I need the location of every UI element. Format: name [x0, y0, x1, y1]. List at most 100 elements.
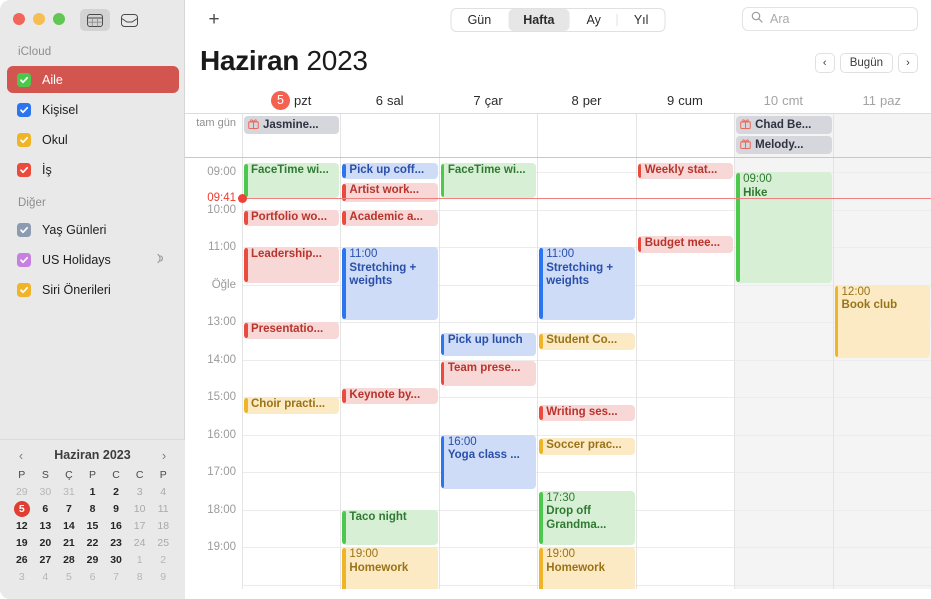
mini-calendar-day[interactable]: 19: [10, 535, 34, 551]
mini-calendar-day[interactable]: 14: [57, 518, 81, 534]
all-day-column[interactable]: Jasmine...: [242, 114, 340, 157]
mini-next-month-button[interactable]: ›: [157, 449, 171, 462]
calendar-event[interactable]: 09:00 Hike: [736, 172, 832, 283]
tab-week[interactable]: Hafta: [508, 9, 570, 31]
mini-calendar-day[interactable]: 13: [34, 518, 58, 534]
calendar-event[interactable]: 16:00 Yoga class ...: [440, 434, 537, 489]
mini-calendar-day[interactable]: 1: [81, 484, 105, 500]
mini-calendar-day[interactable]: 30: [34, 484, 58, 500]
all-day-event[interactable]: Jasmine...: [244, 116, 340, 134]
mini-calendar-day[interactable]: 11: [151, 501, 175, 517]
day-column[interactable]: FaceTime wi... Portfolio wo... Leadership.…: [242, 158, 341, 589]
calendar-event[interactable]: 11:00 Stretching + weights: [342, 247, 438, 320]
calendar-event[interactable]: Team prese...: [440, 361, 537, 386]
calendar-event[interactable]: 19:00 Homework: [539, 547, 635, 589]
mini-calendar-day[interactable]: 7: [57, 501, 81, 517]
checkbox-icon[interactable]: [17, 252, 31, 267]
mini-calendar-day[interactable]: 29: [10, 484, 34, 500]
checkbox-icon[interactable]: [17, 102, 31, 117]
day-header-cmt[interactable]: 10 cmt: [734, 87, 832, 113]
checkbox-icon[interactable]: [17, 222, 31, 237]
mini-calendar-day[interactable]: 20: [34, 535, 58, 551]
mini-calendar-day[interactable]: 6: [34, 501, 58, 517]
calendar-event[interactable]: Budget mee...: [637, 235, 734, 253]
mini-calendar-day[interactable]: 25: [151, 535, 175, 551]
day-header-paz[interactable]: 11 paz: [833, 87, 931, 113]
calendar-event[interactable]: Choir practi...: [244, 397, 340, 414]
mini-calendar-day[interactable]: 5: [10, 501, 34, 517]
day-column[interactable]: Pick up coff... Artist work... Academic a.…: [340, 158, 439, 589]
calendar-view-icon[interactable]: [80, 9, 110, 31]
mini-calendar-day[interactable]: 8: [81, 501, 105, 517]
calendar-event[interactable]: 17:30 Drop off Grandma...: [539, 490, 635, 545]
mini-calendar-day[interactable]: 12: [10, 518, 34, 534]
mini-calendar-day[interactable]: 9: [104, 501, 128, 517]
calendar-event[interactable]: 12:00 Book club: [834, 284, 930, 358]
tab-year[interactable]: Yıl: [619, 9, 664, 31]
inbox-icon[interactable]: [114, 9, 144, 31]
mini-calendar-day[interactable]: 10: [128, 501, 152, 517]
sidebar-item-yas-gunleri[interactable]: Yaş Günleri: [7, 216, 179, 243]
today-button[interactable]: Bugün: [839, 53, 893, 73]
all-day-event[interactable]: Chad Be...: [736, 116, 832, 134]
calendar-event[interactable]: Artist work...: [342, 183, 438, 202]
calendar-event[interactable]: Leadership...: [244, 247, 340, 283]
mini-calendar-day[interactable]: 26: [10, 552, 34, 568]
checkbox-icon[interactable]: [17, 162, 31, 177]
all-day-column[interactable]: [537, 114, 635, 157]
checkbox-icon[interactable]: [17, 282, 31, 297]
mini-calendar-day[interactable]: 21: [57, 535, 81, 551]
mini-calendar-day[interactable]: 16: [104, 518, 128, 534]
close-button[interactable]: [13, 13, 25, 25]
day-column[interactable]: 09:00 Hike: [734, 158, 833, 589]
mini-calendar-day[interactable]: 9: [151, 569, 175, 585]
sidebar-item-us-holidays[interactable]: US Holidays: [7, 246, 179, 273]
minimize-button[interactable]: [33, 13, 45, 25]
mini-calendar-day[interactable]: 4: [34, 569, 58, 585]
calendar-event[interactable]: Presentatio...: [244, 322, 340, 339]
mini-calendar-day[interactable]: 18: [151, 518, 175, 534]
sidebar-item-okul[interactable]: Okul: [7, 126, 179, 153]
calendar-event[interactable]: 11:00 Stretching + weights: [539, 247, 635, 320]
all-day-event[interactable]: Melody...: [736, 136, 832, 154]
day-header-pzt[interactable]: 5 pzt: [242, 87, 340, 113]
all-day-column[interactable]: Chad Be... Melody...: [734, 114, 833, 157]
checkbox-icon[interactable]: [17, 72, 31, 87]
mini-prev-month-button[interactable]: ‹: [14, 449, 28, 462]
mini-calendar-day[interactable]: 2: [151, 552, 175, 568]
day-header-çar[interactable]: 7 çar: [439, 87, 537, 113]
day-header-sal[interactable]: 6 sal: [340, 87, 438, 113]
tab-day[interactable]: Gün: [453, 9, 507, 31]
mini-calendar-day[interactable]: 17: [128, 518, 152, 534]
mini-calendar-day[interactable]: 23: [104, 535, 128, 551]
day-column[interactable]: FaceTime wi... Pick up lunch Team prese...…: [438, 158, 538, 589]
mini-calendar-day[interactable]: 7: [104, 569, 128, 585]
day-column[interactable]: 11:00 Stretching + weights Student Co... Wr…: [537, 158, 636, 589]
calendar-event[interactable]: FaceTime wi...: [440, 162, 537, 199]
all-day-column[interactable]: [340, 114, 438, 157]
calendar-event[interactable]: Taco night: [342, 509, 438, 545]
calendar-event[interactable]: Portfolio wo...: [244, 209, 340, 227]
mini-calendar-day[interactable]: 30: [104, 552, 128, 568]
day-header-cum[interactable]: 9 cum: [636, 87, 734, 113]
mini-calendar-day[interactable]: 24: [128, 535, 152, 551]
calendar-event[interactable]: Academic a...: [342, 209, 438, 227]
mini-calendar-day[interactable]: 6: [81, 569, 105, 585]
sidebar-item-aile[interactable]: Aile: [7, 66, 179, 93]
mini-calendar-day[interactable]: 3: [10, 569, 34, 585]
sidebar-item-kisisel[interactable]: Kişisel: [7, 96, 179, 123]
all-day-column[interactable]: [438, 114, 537, 157]
calendar-event[interactable]: FaceTime wi...: [244, 162, 340, 199]
mini-calendar-day[interactable]: 1: [128, 552, 152, 568]
mini-calendar-day[interactable]: 29: [81, 552, 105, 568]
mini-calendar-day[interactable]: 3: [128, 484, 152, 500]
mini-calendar-day[interactable]: 31: [57, 484, 81, 500]
checkbox-icon[interactable]: [17, 132, 31, 147]
day-column[interactable]: Weekly stat... Budget mee...: [635, 158, 735, 589]
calendar-event[interactable]: Keynote by...: [342, 387, 438, 405]
mini-calendar-day[interactable]: 27: [34, 552, 58, 568]
mini-calendar-day[interactable]: 2: [104, 484, 128, 500]
mini-calendar-day[interactable]: 28: [57, 552, 81, 568]
calendar-event[interactable]: Pick up coff...: [342, 162, 438, 180]
sidebar-item-siri-onerileri[interactable]: Siri Önerileri: [7, 276, 179, 303]
